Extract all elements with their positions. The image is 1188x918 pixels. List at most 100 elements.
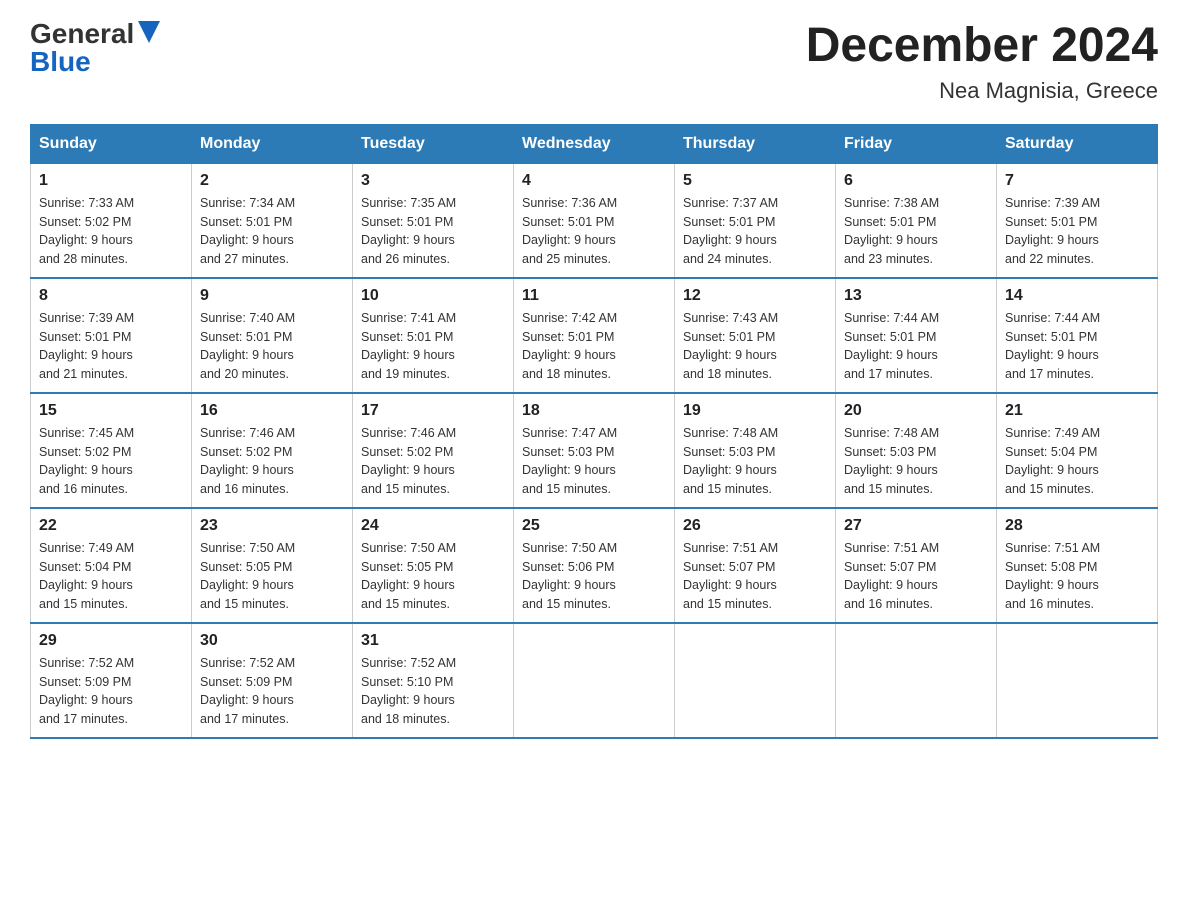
calendar-header-row: SundayMondayTuesdayWednesdayThursdayFrid…: [31, 124, 1158, 163]
calendar-header-saturday: Saturday: [997, 124, 1158, 163]
day-info: Sunrise: 7:50 AM Sunset: 5:06 PM Dayligh…: [522, 539, 666, 614]
calendar-header-sunday: Sunday: [31, 124, 192, 163]
day-info: Sunrise: 7:36 AM Sunset: 5:01 PM Dayligh…: [522, 194, 666, 269]
day-number: 16: [200, 402, 344, 420]
day-number: 11: [522, 287, 666, 305]
calendar-cell: 29 Sunrise: 7:52 AM Sunset: 5:09 PM Dayl…: [31, 623, 192, 738]
logo-general-text: General: [30, 20, 134, 48]
calendar-cell: 31 Sunrise: 7:52 AM Sunset: 5:10 PM Dayl…: [353, 623, 514, 738]
day-info: Sunrise: 7:38 AM Sunset: 5:01 PM Dayligh…: [844, 194, 988, 269]
day-number: 5: [683, 172, 827, 190]
day-number: 28: [1005, 517, 1149, 535]
calendar-cell: 2 Sunrise: 7:34 AM Sunset: 5:01 PM Dayli…: [192, 163, 353, 278]
day-number: 21: [1005, 402, 1149, 420]
day-info: Sunrise: 7:41 AM Sunset: 5:01 PM Dayligh…: [361, 309, 505, 384]
calendar-week-row: 8 Sunrise: 7:39 AM Sunset: 5:01 PM Dayli…: [31, 278, 1158, 393]
calendar-header-friday: Friday: [836, 124, 997, 163]
day-info: Sunrise: 7:45 AM Sunset: 5:02 PM Dayligh…: [39, 424, 183, 499]
day-number: 30: [200, 632, 344, 650]
day-number: 3: [361, 172, 505, 190]
day-number: 29: [39, 632, 183, 650]
calendar-cell: 8 Sunrise: 7:39 AM Sunset: 5:01 PM Dayli…: [31, 278, 192, 393]
title-section: December 2024 Nea Magnisia, Greece: [806, 20, 1158, 104]
day-number: 7: [1005, 172, 1149, 190]
day-info: Sunrise: 7:34 AM Sunset: 5:01 PM Dayligh…: [200, 194, 344, 269]
calendar-cell: 15 Sunrise: 7:45 AM Sunset: 5:02 PM Dayl…: [31, 393, 192, 508]
day-number: 27: [844, 517, 988, 535]
day-info: Sunrise: 7:48 AM Sunset: 5:03 PM Dayligh…: [683, 424, 827, 499]
day-number: 12: [683, 287, 827, 305]
calendar-cell: 18 Sunrise: 7:47 AM Sunset: 5:03 PM Dayl…: [514, 393, 675, 508]
calendar-cell: 28 Sunrise: 7:51 AM Sunset: 5:08 PM Dayl…: [997, 508, 1158, 623]
day-info: Sunrise: 7:43 AM Sunset: 5:01 PM Dayligh…: [683, 309, 827, 384]
calendar-cell: 19 Sunrise: 7:48 AM Sunset: 5:03 PM Dayl…: [675, 393, 836, 508]
day-number: 2: [200, 172, 344, 190]
calendar-week-row: 22 Sunrise: 7:49 AM Sunset: 5:04 PM Dayl…: [31, 508, 1158, 623]
calendar-cell: 22 Sunrise: 7:49 AM Sunset: 5:04 PM Dayl…: [31, 508, 192, 623]
calendar-cell: 9 Sunrise: 7:40 AM Sunset: 5:01 PM Dayli…: [192, 278, 353, 393]
day-number: 15: [39, 402, 183, 420]
calendar-cell: 16 Sunrise: 7:46 AM Sunset: 5:02 PM Dayl…: [192, 393, 353, 508]
calendar-cell: 13 Sunrise: 7:44 AM Sunset: 5:01 PM Dayl…: [836, 278, 997, 393]
calendar-cell: 1 Sunrise: 7:33 AM Sunset: 5:02 PM Dayli…: [31, 163, 192, 278]
calendar-cell: 6 Sunrise: 7:38 AM Sunset: 5:01 PM Dayli…: [836, 163, 997, 278]
logo-blue-text: Blue: [30, 48, 91, 76]
day-info: Sunrise: 7:37 AM Sunset: 5:01 PM Dayligh…: [683, 194, 827, 269]
calendar-cell: 11 Sunrise: 7:42 AM Sunset: 5:01 PM Dayl…: [514, 278, 675, 393]
calendar-cell: 17 Sunrise: 7:46 AM Sunset: 5:02 PM Dayl…: [353, 393, 514, 508]
calendar-week-row: 1 Sunrise: 7:33 AM Sunset: 5:02 PM Dayli…: [31, 163, 1158, 278]
day-info: Sunrise: 7:49 AM Sunset: 5:04 PM Dayligh…: [1005, 424, 1149, 499]
day-number: 22: [39, 517, 183, 535]
day-info: Sunrise: 7:50 AM Sunset: 5:05 PM Dayligh…: [361, 539, 505, 614]
day-info: Sunrise: 7:52 AM Sunset: 5:10 PM Dayligh…: [361, 654, 505, 729]
page-subtitle: Nea Magnisia, Greece: [806, 78, 1158, 104]
day-number: 18: [522, 402, 666, 420]
calendar-week-row: 15 Sunrise: 7:45 AM Sunset: 5:02 PM Dayl…: [31, 393, 1158, 508]
day-number: 1: [39, 172, 183, 190]
day-number: 4: [522, 172, 666, 190]
calendar-header-monday: Monday: [192, 124, 353, 163]
calendar-cell: 26 Sunrise: 7:51 AM Sunset: 5:07 PM Dayl…: [675, 508, 836, 623]
calendar-cell: 23 Sunrise: 7:50 AM Sunset: 5:05 PM Dayl…: [192, 508, 353, 623]
day-info: Sunrise: 7:35 AM Sunset: 5:01 PM Dayligh…: [361, 194, 505, 269]
calendar-cell: 12 Sunrise: 7:43 AM Sunset: 5:01 PM Dayl…: [675, 278, 836, 393]
day-number: 17: [361, 402, 505, 420]
day-info: Sunrise: 7:48 AM Sunset: 5:03 PM Dayligh…: [844, 424, 988, 499]
day-info: Sunrise: 7:51 AM Sunset: 5:07 PM Dayligh…: [683, 539, 827, 614]
day-info: Sunrise: 7:39 AM Sunset: 5:01 PM Dayligh…: [1005, 194, 1149, 269]
day-info: Sunrise: 7:44 AM Sunset: 5:01 PM Dayligh…: [1005, 309, 1149, 384]
day-number: 24: [361, 517, 505, 535]
day-info: Sunrise: 7:46 AM Sunset: 5:02 PM Dayligh…: [361, 424, 505, 499]
day-number: 31: [361, 632, 505, 650]
calendar-cell: 20 Sunrise: 7:48 AM Sunset: 5:03 PM Dayl…: [836, 393, 997, 508]
calendar-cell: 10 Sunrise: 7:41 AM Sunset: 5:01 PM Dayl…: [353, 278, 514, 393]
calendar-header-thursday: Thursday: [675, 124, 836, 163]
calendar-cell: 21 Sunrise: 7:49 AM Sunset: 5:04 PM Dayl…: [997, 393, 1158, 508]
calendar-cell: 27 Sunrise: 7:51 AM Sunset: 5:07 PM Dayl…: [836, 508, 997, 623]
day-info: Sunrise: 7:50 AM Sunset: 5:05 PM Dayligh…: [200, 539, 344, 614]
day-number: 26: [683, 517, 827, 535]
day-info: Sunrise: 7:52 AM Sunset: 5:09 PM Dayligh…: [39, 654, 183, 729]
calendar-cell: 4 Sunrise: 7:36 AM Sunset: 5:01 PM Dayli…: [514, 163, 675, 278]
logo-arrow-icon: [138, 21, 160, 43]
calendar-cell: [514, 623, 675, 738]
day-number: 10: [361, 287, 505, 305]
calendar-cell: 3 Sunrise: 7:35 AM Sunset: 5:01 PM Dayli…: [353, 163, 514, 278]
calendar-cell: 14 Sunrise: 7:44 AM Sunset: 5:01 PM Dayl…: [997, 278, 1158, 393]
day-info: Sunrise: 7:52 AM Sunset: 5:09 PM Dayligh…: [200, 654, 344, 729]
day-number: 9: [200, 287, 344, 305]
day-info: Sunrise: 7:33 AM Sunset: 5:02 PM Dayligh…: [39, 194, 183, 269]
day-number: 23: [200, 517, 344, 535]
calendar-cell: 5 Sunrise: 7:37 AM Sunset: 5:01 PM Dayli…: [675, 163, 836, 278]
page-header: General Blue December 2024 Nea Magnisia,…: [30, 20, 1158, 104]
calendar-week-row: 29 Sunrise: 7:52 AM Sunset: 5:09 PM Dayl…: [31, 623, 1158, 738]
day-number: 6: [844, 172, 988, 190]
day-info: Sunrise: 7:51 AM Sunset: 5:08 PM Dayligh…: [1005, 539, 1149, 614]
day-number: 25: [522, 517, 666, 535]
calendar-cell: 24 Sunrise: 7:50 AM Sunset: 5:05 PM Dayl…: [353, 508, 514, 623]
day-info: Sunrise: 7:47 AM Sunset: 5:03 PM Dayligh…: [522, 424, 666, 499]
day-info: Sunrise: 7:40 AM Sunset: 5:01 PM Dayligh…: [200, 309, 344, 384]
calendar-cell: 25 Sunrise: 7:50 AM Sunset: 5:06 PM Dayl…: [514, 508, 675, 623]
logo: General Blue: [30, 20, 160, 76]
day-number: 20: [844, 402, 988, 420]
